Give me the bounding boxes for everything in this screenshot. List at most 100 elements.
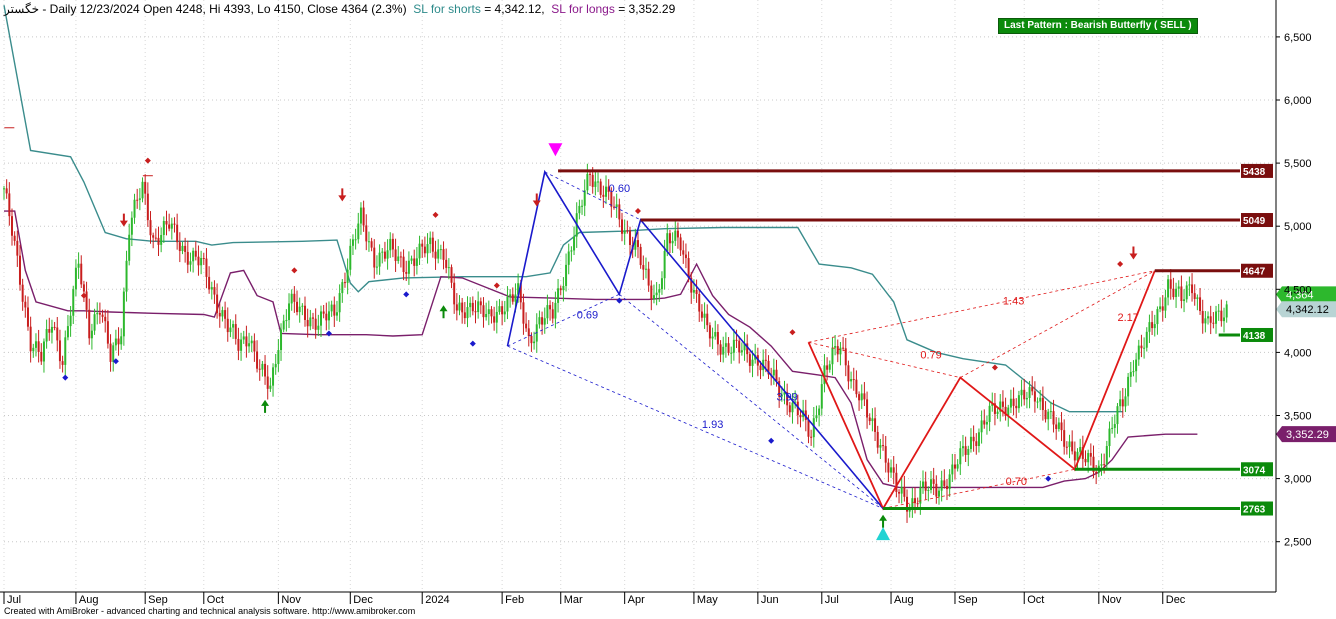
x-tick-label: Feb — [505, 594, 524, 606]
candle-body — [692, 289, 695, 293]
candle-body — [1049, 411, 1052, 413]
candle-body — [636, 240, 639, 247]
candle-body — [863, 393, 866, 400]
candle-body — [1044, 410, 1047, 420]
candle-body — [450, 267, 453, 283]
x-tick-label: May — [697, 594, 718, 606]
candle-body — [479, 301, 482, 306]
candle-body — [682, 250, 685, 255]
candle-body — [961, 446, 964, 449]
candle-body — [562, 285, 565, 291]
candle-body — [977, 432, 980, 446]
candle-body — [309, 317, 312, 327]
candle-body — [312, 317, 314, 319]
candle-body — [240, 339, 243, 351]
candle-body — [1015, 405, 1018, 409]
candle-body — [98, 313, 101, 315]
candle-body — [378, 252, 381, 267]
candle-body — [874, 418, 877, 432]
candle-body — [1079, 447, 1082, 452]
candle-body — [415, 258, 418, 266]
candle-body — [77, 263, 80, 268]
candle-body — [8, 193, 11, 217]
candle-body — [583, 190, 586, 206]
candle-body — [1223, 317, 1226, 322]
ohlc-info: - Daily 12/23/2024 Open 4248, Hi 4393, L… — [39, 2, 407, 16]
candle-body — [1023, 389, 1026, 400]
candle-body — [791, 402, 794, 413]
candle-body — [727, 343, 730, 353]
candle-body — [842, 347, 845, 349]
candle-body — [623, 230, 626, 234]
candle-body — [852, 379, 855, 381]
candle-body — [471, 302, 474, 312]
candle-body — [940, 480, 943, 491]
x-tick-label: Dec — [1166, 594, 1186, 606]
candle-body — [362, 207, 365, 226]
candle-body — [157, 237, 160, 245]
candle-body — [1068, 441, 1071, 448]
candle-body — [266, 376, 269, 389]
candle-body — [855, 379, 858, 395]
candle-body — [439, 249, 442, 251]
candle-body — [80, 263, 83, 285]
candle-body — [591, 174, 594, 187]
candle-body — [274, 364, 277, 368]
candle-body — [213, 287, 216, 295]
candle-body — [1135, 359, 1138, 372]
candle-body — [1199, 297, 1202, 312]
candle-body — [402, 256, 405, 273]
candle-body — [1009, 398, 1012, 408]
candle-body — [194, 250, 197, 257]
sl-longs-label: SL for longs — [551, 2, 615, 16]
candle-body — [327, 311, 330, 321]
candle-body — [599, 181, 602, 195]
y-tick-label: 3,000 — [1284, 474, 1312, 486]
candle-body — [423, 246, 426, 254]
candle-body — [996, 411, 999, 414]
candle-body — [205, 258, 208, 277]
candle-body — [253, 340, 256, 352]
candle-body — [463, 312, 466, 319]
candle-body — [1207, 316, 1210, 319]
ratio-label: 0.60 — [609, 183, 630, 195]
candle-body — [1169, 279, 1172, 289]
candle-body — [1103, 464, 1106, 466]
candle-body — [1001, 401, 1004, 407]
candle-body — [264, 363, 267, 377]
candle-body — [232, 324, 235, 328]
candle-body — [980, 420, 983, 433]
candle-body — [828, 364, 831, 370]
candle-body — [245, 336, 248, 347]
candle-body — [711, 336, 714, 339]
candle-body — [117, 338, 120, 345]
candle-body — [431, 237, 434, 252]
candle-body — [1124, 396, 1127, 407]
candle-body — [618, 204, 621, 220]
candle-body — [234, 324, 237, 339]
last-pattern-badge: Last Pattern : Bearish Butterfly ( SELL … — [998, 18, 1198, 34]
candle-body — [189, 261, 192, 265]
candle-body — [375, 266, 378, 268]
candle-body — [1055, 424, 1058, 429]
candle-body — [716, 332, 719, 345]
candle-body — [578, 205, 581, 214]
candle-body — [53, 326, 56, 328]
candle-body — [839, 347, 842, 355]
candle-body — [1151, 322, 1154, 329]
candle-body — [447, 267, 450, 269]
candle-body — [277, 350, 280, 365]
candle-body — [527, 328, 530, 336]
candle-body — [226, 318, 229, 333]
price-chart[interactable]: 0.60 0.69 3.99 1.93 1.43 0.79 2.17 0.70 5438 504… — [0, 0, 1336, 619]
candle-body — [391, 238, 394, 250]
candle-body — [700, 311, 703, 318]
candle-body — [551, 309, 554, 319]
candle-body — [655, 292, 658, 296]
candle-body — [1071, 441, 1074, 452]
candle-body — [64, 337, 67, 365]
candle-body — [650, 285, 653, 299]
candle-body — [26, 307, 29, 327]
candle-body — [56, 327, 59, 341]
candle-body — [890, 467, 893, 473]
